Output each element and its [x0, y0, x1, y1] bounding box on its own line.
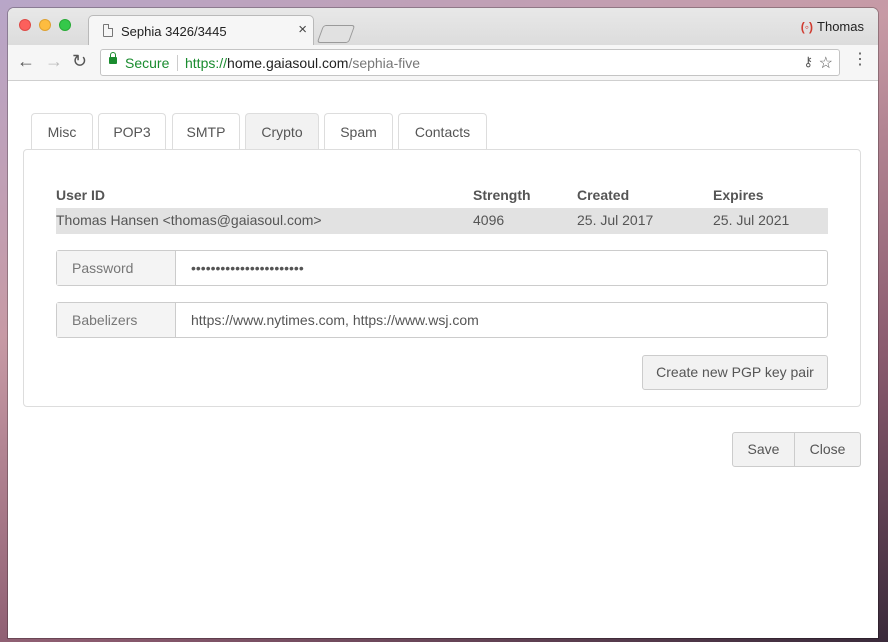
address-separator: [177, 55, 178, 71]
tab-pop3[interactable]: POP3: [98, 113, 166, 150]
lock-icon: [109, 52, 117, 64]
url-scheme: https://: [185, 55, 228, 71]
profile-icon: (◦): [800, 20, 814, 34]
tab-misc[interactable]: Misc: [31, 113, 93, 150]
babelizers-field-group: Babelizers: [56, 302, 828, 338]
babelizers-label: Babelizers: [57, 303, 176, 337]
browser-toolbar: ← → ↻ Secure https://home.gaiasoul.com/s…: [8, 45, 878, 81]
back-arrow-icon[interactable]: ←: [17, 51, 35, 72]
cell-strength: 4096: [473, 212, 505, 228]
password-field-group: Password: [56, 250, 828, 286]
close-tab-icon[interactable]: ×: [298, 21, 307, 38]
header-user-id: User ID: [56, 187, 106, 203]
crypto-panel: User ID Strength Created Expires Thomas …: [23, 149, 861, 407]
maximize-window-button[interactable]: [59, 19, 71, 31]
bookmark-star-icon[interactable]: ☆: [819, 53, 833, 73]
password-label: Password: [57, 251, 176, 285]
forward-arrow-icon[interactable]: →: [45, 51, 63, 72]
password-input[interactable]: [177, 251, 827, 285]
babelizers-input[interactable]: [177, 303, 827, 337]
document-icon: [103, 24, 113, 37]
new-tab-button[interactable]: [316, 25, 356, 43]
browser-window: Sephia 3426/3445 × (◦) Thomas ← → ↻ Secur…: [8, 8, 878, 638]
url-host: home.gaiasoul.com: [227, 55, 349, 71]
secure-label: Secure: [125, 55, 170, 71]
tab-contacts[interactable]: Contacts: [398, 113, 487, 150]
browser-tab-title: Sephia 3426/3445: [121, 24, 227, 39]
url-text[interactable]: https://home.gaiasoul.com/sephia-five: [185, 55, 420, 71]
header-expires: Expires: [713, 187, 764, 203]
browser-menu-icon[interactable]: ⋮: [852, 52, 868, 68]
close-window-button[interactable]: [19, 19, 31, 31]
page-content: Misc POP3 SMTP Crypto Spam Contacts User…: [8, 81, 878, 638]
header-strength: Strength: [473, 187, 531, 203]
browser-tab[interactable]: Sephia 3426/3445 ×: [88, 15, 314, 46]
cell-expires: 25. Jul 2021: [713, 212, 790, 228]
cell-created: 25. Jul 2017: [577, 212, 654, 228]
address-bar[interactable]: Secure https://home.gaiasoul.com/sephia-…: [100, 49, 840, 76]
create-pgp-key-button[interactable]: Create new PGP key pair: [642, 355, 828, 390]
save-button[interactable]: Save: [732, 432, 795, 467]
tab-spam[interactable]: Spam: [324, 113, 393, 150]
minimize-window-button[interactable]: [39, 19, 51, 31]
tab-smtp[interactable]: SMTP: [172, 113, 240, 150]
cell-user-id: Thomas Hansen <thomas@gaiasoul.com>: [56, 212, 322, 228]
profile-button[interactable]: (◦) Thomas: [801, 19, 864, 34]
reload-icon[interactable]: ↻: [72, 51, 87, 72]
tab-crypto[interactable]: Crypto: [245, 113, 319, 150]
url-path: /sephia-five: [348, 55, 421, 71]
header-created: Created: [577, 187, 630, 203]
close-button[interactable]: Close: [794, 432, 861, 467]
profile-name: Thomas: [817, 19, 864, 34]
key-icon[interactable]: ⚷: [803, 54, 813, 70]
title-bar: Sephia 3426/3445 × (◦) Thomas: [8, 8, 878, 46]
